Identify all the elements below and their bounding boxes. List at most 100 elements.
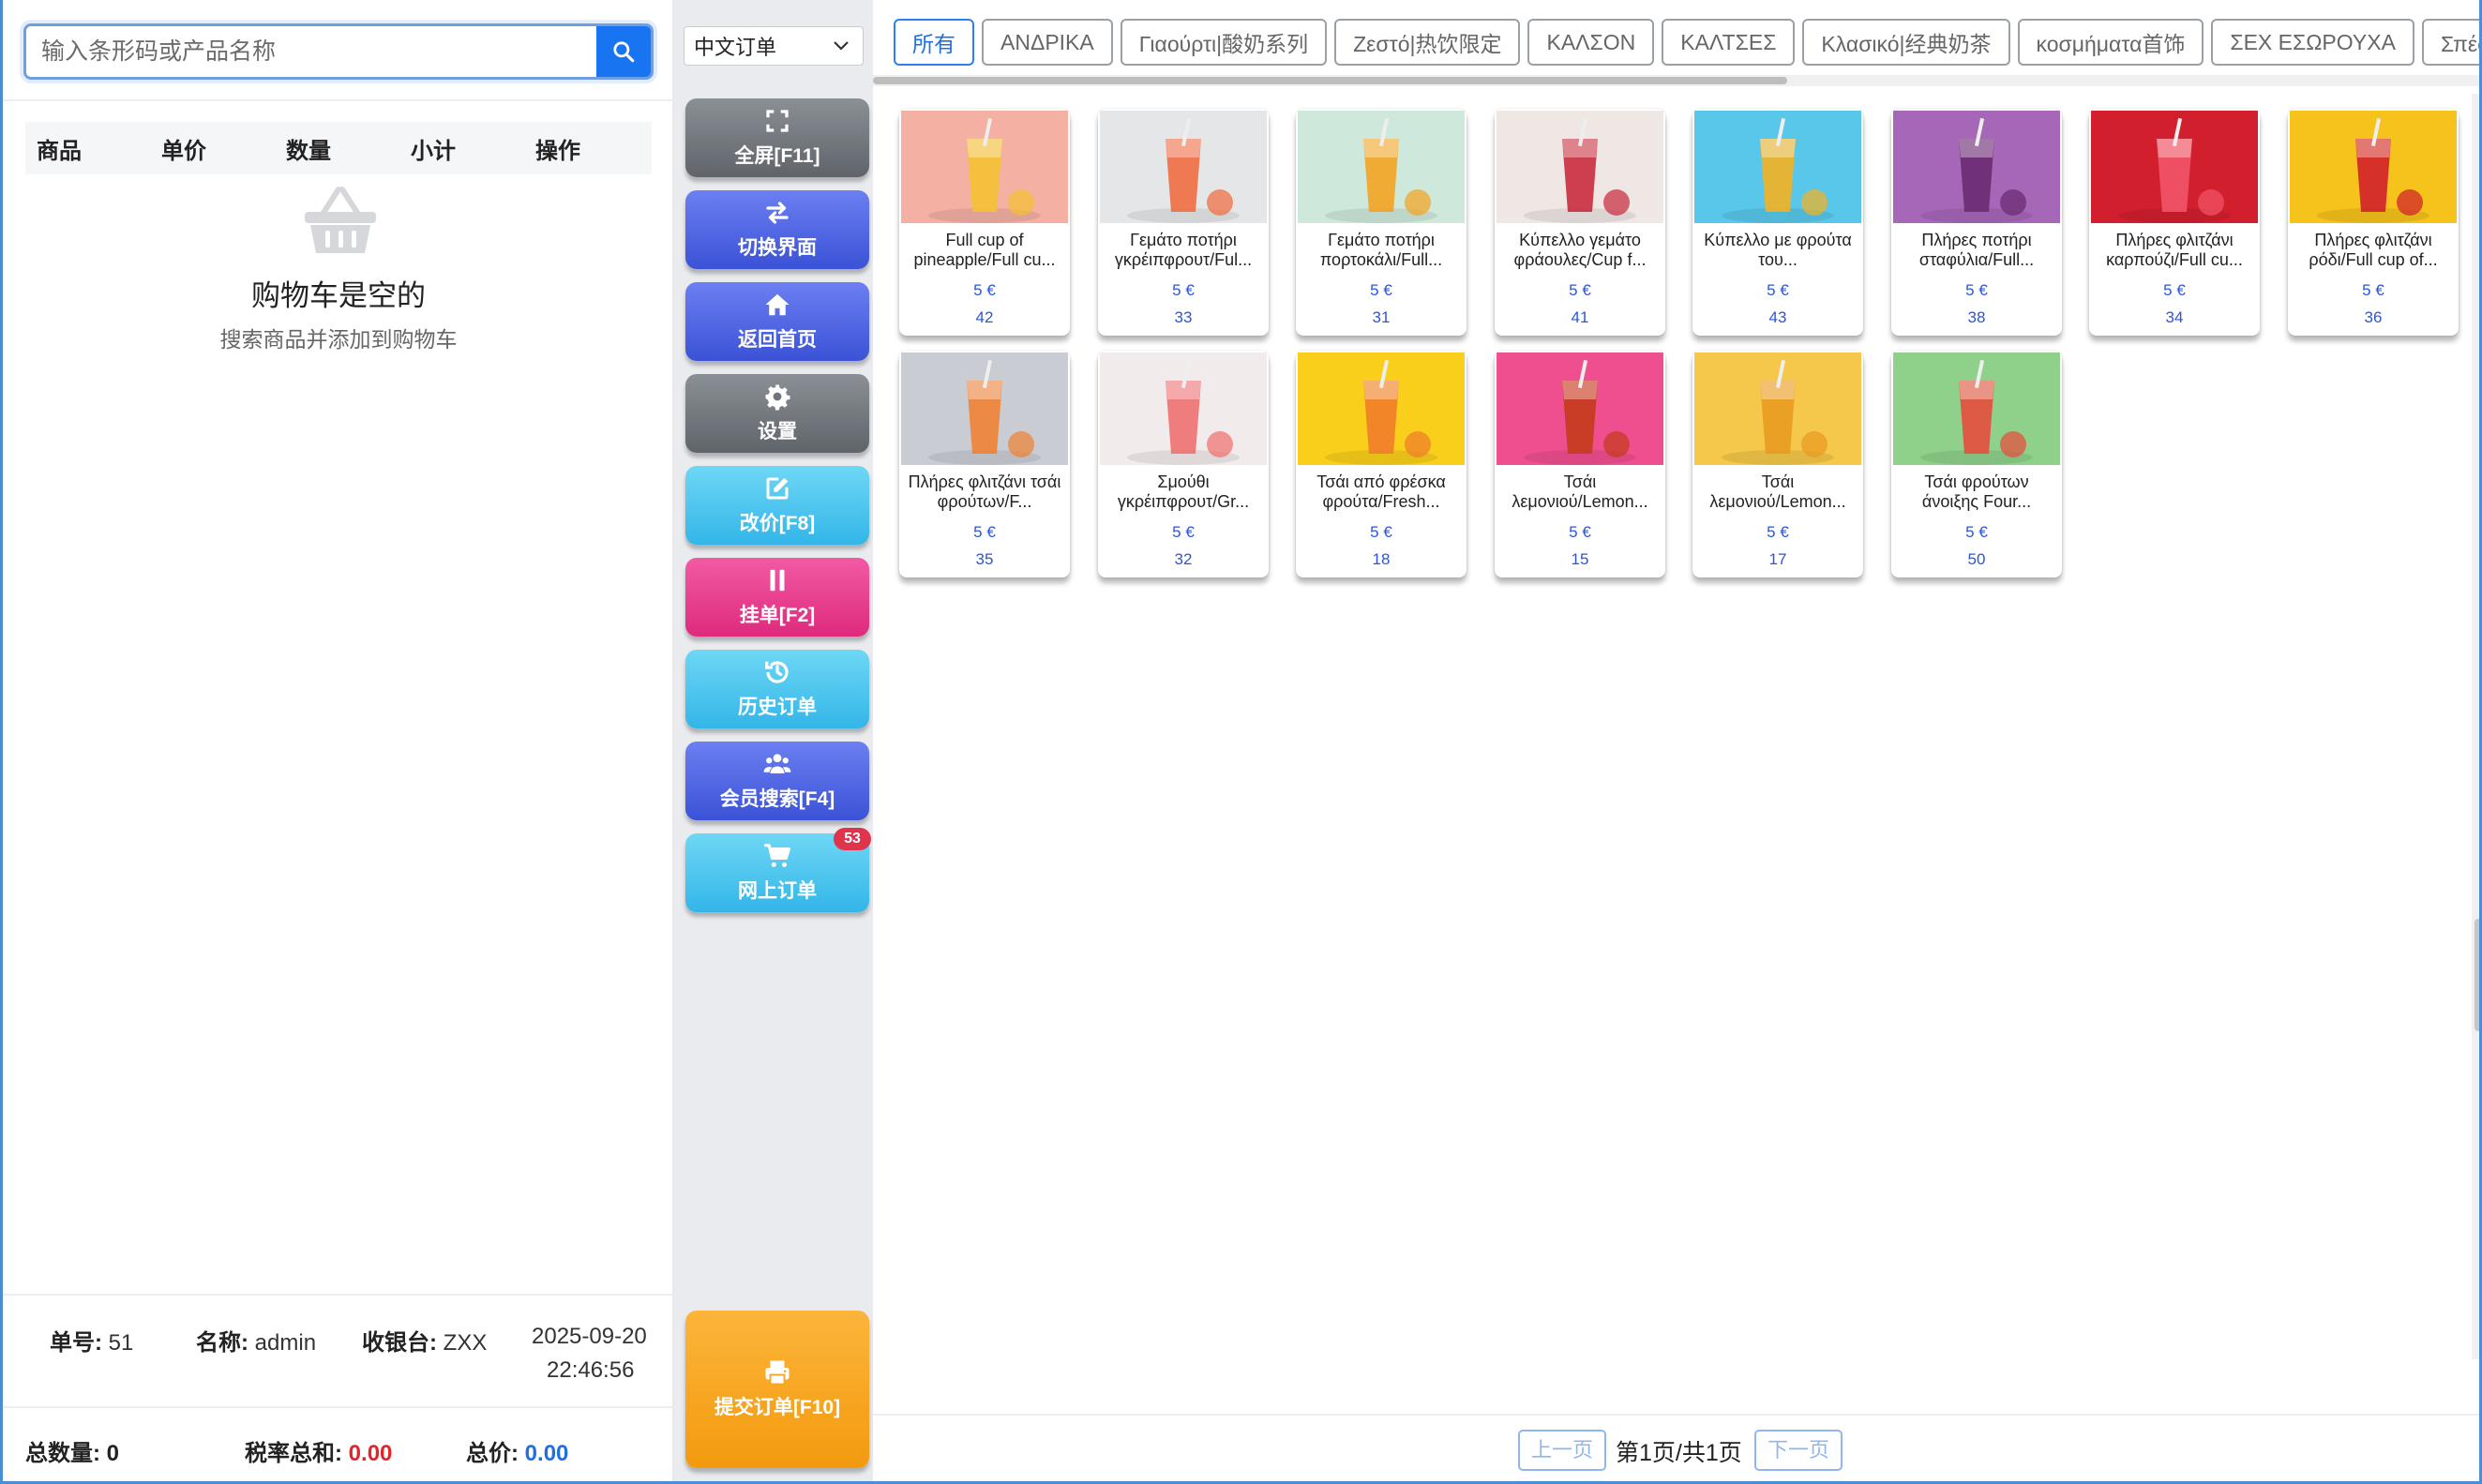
product-price: 5 € — [1767, 523, 1789, 541]
product-image — [1497, 111, 1663, 223]
change-price-button[interactable]: 改价[F8] — [685, 466, 869, 545]
scrollbar-thumb[interactable] — [873, 77, 1787, 84]
fullscreen-button[interactable]: 全屏[F11] — [685, 98, 869, 177]
product-card[interactable]: Κύπελλο με φρούτα του... 5 € 43 — [1692, 109, 1863, 336]
product-image — [1100, 352, 1267, 465]
edit-icon — [766, 477, 789, 500]
online-orders-button[interactable]: 网上订单 53 — [685, 828, 871, 912]
scrollbar-thumb[interactable] — [2474, 919, 2479, 1031]
product-stock: 35 — [975, 550, 994, 568]
product-card[interactable]: Γεμάτο ποτήρι πορτοκάλι/Full... 5 € 31 — [1296, 109, 1467, 336]
product-card[interactable]: Πλήρες ποτήρι σταφύλια/Full... 5 € 38 — [1891, 109, 2062, 336]
pos-app: 商品 单价 数量 小计 操作 购物车是空的 搜索商品并添加到购物车 单号: 51… — [0, 0, 2482, 1484]
product-name: Γεμάτο ποτήρι γκρέιπφρουτ/Ful... — [1114, 231, 1253, 269]
product-card[interactable]: Full cup of pineapple/Full cu... 5 € 42 — [899, 109, 1070, 336]
product-price: 5 € — [1172, 523, 1195, 541]
product-image — [901, 352, 1068, 465]
category-tab[interactable]: Σπέσιαλ|特调饮品 — [2421, 19, 2479, 66]
product-card[interactable]: Σμούθι γκρέιπφρουτ/Gr... 5 € 32 — [1098, 351, 1269, 577]
order-type-value: 中文订单 — [694, 36, 777, 59]
product-name: Τσάι φρούτων άνοιξης Four... — [1921, 472, 2032, 511]
divider — [3, 99, 674, 101]
search-bar — [23, 23, 654, 80]
empty-basket-icon — [305, 187, 376, 253]
product-stock: 33 — [1174, 308, 1193, 326]
category-tabs: 所有 ΑΝΔΡΙΚΑ Γιαούρτι|酸奶系列 Ζεστό|热饮限定 ΚΑΛΣΟΝ ΚΑ… — [894, 19, 2479, 67]
grand-total: 总价: 0.00 — [466, 1441, 569, 1466]
product-price: 5 € — [1965, 523, 1988, 541]
member-search-button[interactable]: 会员搜索[F4] — [685, 742, 869, 820]
product-card[interactable]: Τσάι από φρέσκα φρούτα/Fresh... 5 € 18 — [1296, 351, 1467, 577]
product-name: Γεμάτο ποτήρι πορτοκάλι/Full... — [1319, 231, 1443, 269]
product-card[interactable]: Πλήρες φλιτζάνι ρόδι/Full cup of... 5 € 36 — [2288, 109, 2459, 336]
hold-order-button[interactable]: 挂单[F2] — [685, 558, 869, 637]
settings-button[interactable]: 设置 — [685, 374, 869, 453]
search-button[interactable] — [596, 26, 651, 77]
search-input[interactable] — [26, 26, 596, 77]
product-stock: 41 — [1571, 308, 1589, 326]
product-image — [1694, 111, 1861, 223]
product-name: Πλήρες φλιτζάνι καρπούζι/Full cu... — [2106, 231, 2243, 269]
category-tab[interactable]: κοσμήματα首饰 — [2017, 19, 2204, 66]
product-name: Τσάι λεμονιού/Lemon... — [1512, 472, 1648, 511]
product-name: Full cup of pineapple/Full cu... — [913, 231, 1056, 269]
home-icon — [765, 293, 790, 316]
page-indicator: 第1页/共1页 — [1616, 1440, 1742, 1466]
order-date: 2025-09-20 — [532, 1324, 647, 1349]
col-quantity: 数量 — [286, 138, 331, 164]
category-tab[interactable]: Ζεστό|热饮限定 — [1334, 19, 1521, 66]
empty-cart-title: 购物车是空的 — [251, 279, 426, 312]
cashier: 收银台: ZXX — [362, 1330, 488, 1356]
tax-total: 税率总和: 0.00 — [245, 1441, 393, 1466]
product-image — [2290, 111, 2457, 223]
product-card[interactable]: Κύπελλο γεμάτο φράουλες/Cup f... 5 € 41 — [1495, 109, 1665, 336]
cart-icon — [764, 844, 790, 867]
online-orders-count-badge: 53 — [834, 828, 871, 850]
history-icon — [765, 661, 789, 683]
product-card[interactable]: Γεμάτο ποτήρι γκρέιπφρουτ/Ful... 5 € 33 — [1098, 109, 1269, 336]
total-quantity: 总数量: 0 — [25, 1441, 120, 1466]
printer-icon — [765, 1360, 790, 1386]
product-card[interactable]: Τσάι λεμονιού/Lemon... 5 € 15 — [1495, 351, 1665, 577]
product-price: 5 € — [1370, 281, 1392, 299]
divider — [873, 1414, 2479, 1416]
pause-icon — [770, 569, 785, 592]
product-stock: 15 — [1571, 550, 1589, 568]
horizontal-scrollbar[interactable] — [873, 75, 2479, 86]
product-stock: 50 — [1967, 550, 1986, 568]
category-tab[interactable]: ΣΕΧ ΕΣΩΡΟΥΧΑ — [2211, 19, 2414, 66]
product-image — [1893, 111, 2060, 223]
vertical-scrollbar[interactable] — [2472, 94, 2479, 1359]
users-icon — [763, 754, 791, 773]
product-card[interactable]: Πλήρες φλιτζάνι καρπούζι/Full cu... 5 € 34 — [2089, 109, 2260, 336]
operator-name: 名称: admin — [196, 1330, 317, 1356]
category-tab[interactable]: Κλασικό|经典奶茶 — [1802, 19, 2010, 66]
submit-order-button[interactable]: 提交订单[F10] — [685, 1311, 869, 1468]
home-button[interactable]: 返回首页 — [685, 282, 869, 361]
product-card[interactable]: Πλήρες φλιτζάνι τσάι φρούτων/F... 5 € 35 — [899, 351, 1070, 577]
order-number: 单号: 51 — [50, 1330, 134, 1356]
category-tab[interactable]: ΚΑΛΤΣΕΣ — [1662, 19, 1796, 66]
category-tab[interactable]: 所有 — [894, 19, 974, 66]
category-tab[interactable]: ΚΑΛΣΟΝ — [1527, 19, 1655, 66]
product-stock: 34 — [2165, 308, 2184, 326]
category-tab[interactable]: ΑΝΔΡΙΚΑ — [982, 19, 1113, 66]
product-image — [1298, 111, 1465, 223]
product-card[interactable]: Τσάι φρούτων άνοιξης Four... 5 € 50 — [1891, 351, 2062, 577]
product-stock: 17 — [1768, 550, 1787, 568]
category-tab[interactable]: Γιαούρτι|酸奶系列 — [1120, 19, 1328, 66]
product-name: Κύπελλο γεμάτο φράουλες/Cup f... — [1513, 231, 1647, 269]
order-type-select[interactable]: 中文订单 — [684, 26, 864, 66]
product-price: 5 € — [1569, 281, 1591, 299]
history-orders-button[interactable]: 历史订单 — [685, 650, 869, 728]
chevron-down-icon — [834, 41, 849, 51]
fullscreen-icon — [766, 110, 789, 132]
product-name: Πλήρες ποτήρι σταφύλια/Full... — [1918, 231, 2035, 269]
next-page-button[interactable]: 下一页 — [1754, 1430, 1843, 1471]
gear-icon — [765, 384, 790, 411]
switch-view-button[interactable]: 切换界面 — [685, 190, 869, 269]
divider — [3, 1294, 674, 1296]
prev-page-button[interactable]: 上一页 — [1518, 1430, 1607, 1471]
product-card[interactable]: Τσάι λεμονιού/Lemon... 5 € 17 — [1692, 351, 1863, 577]
product-name: Πλήρες φλιτζάνι τσάι φρούτων/F... — [908, 472, 1061, 511]
